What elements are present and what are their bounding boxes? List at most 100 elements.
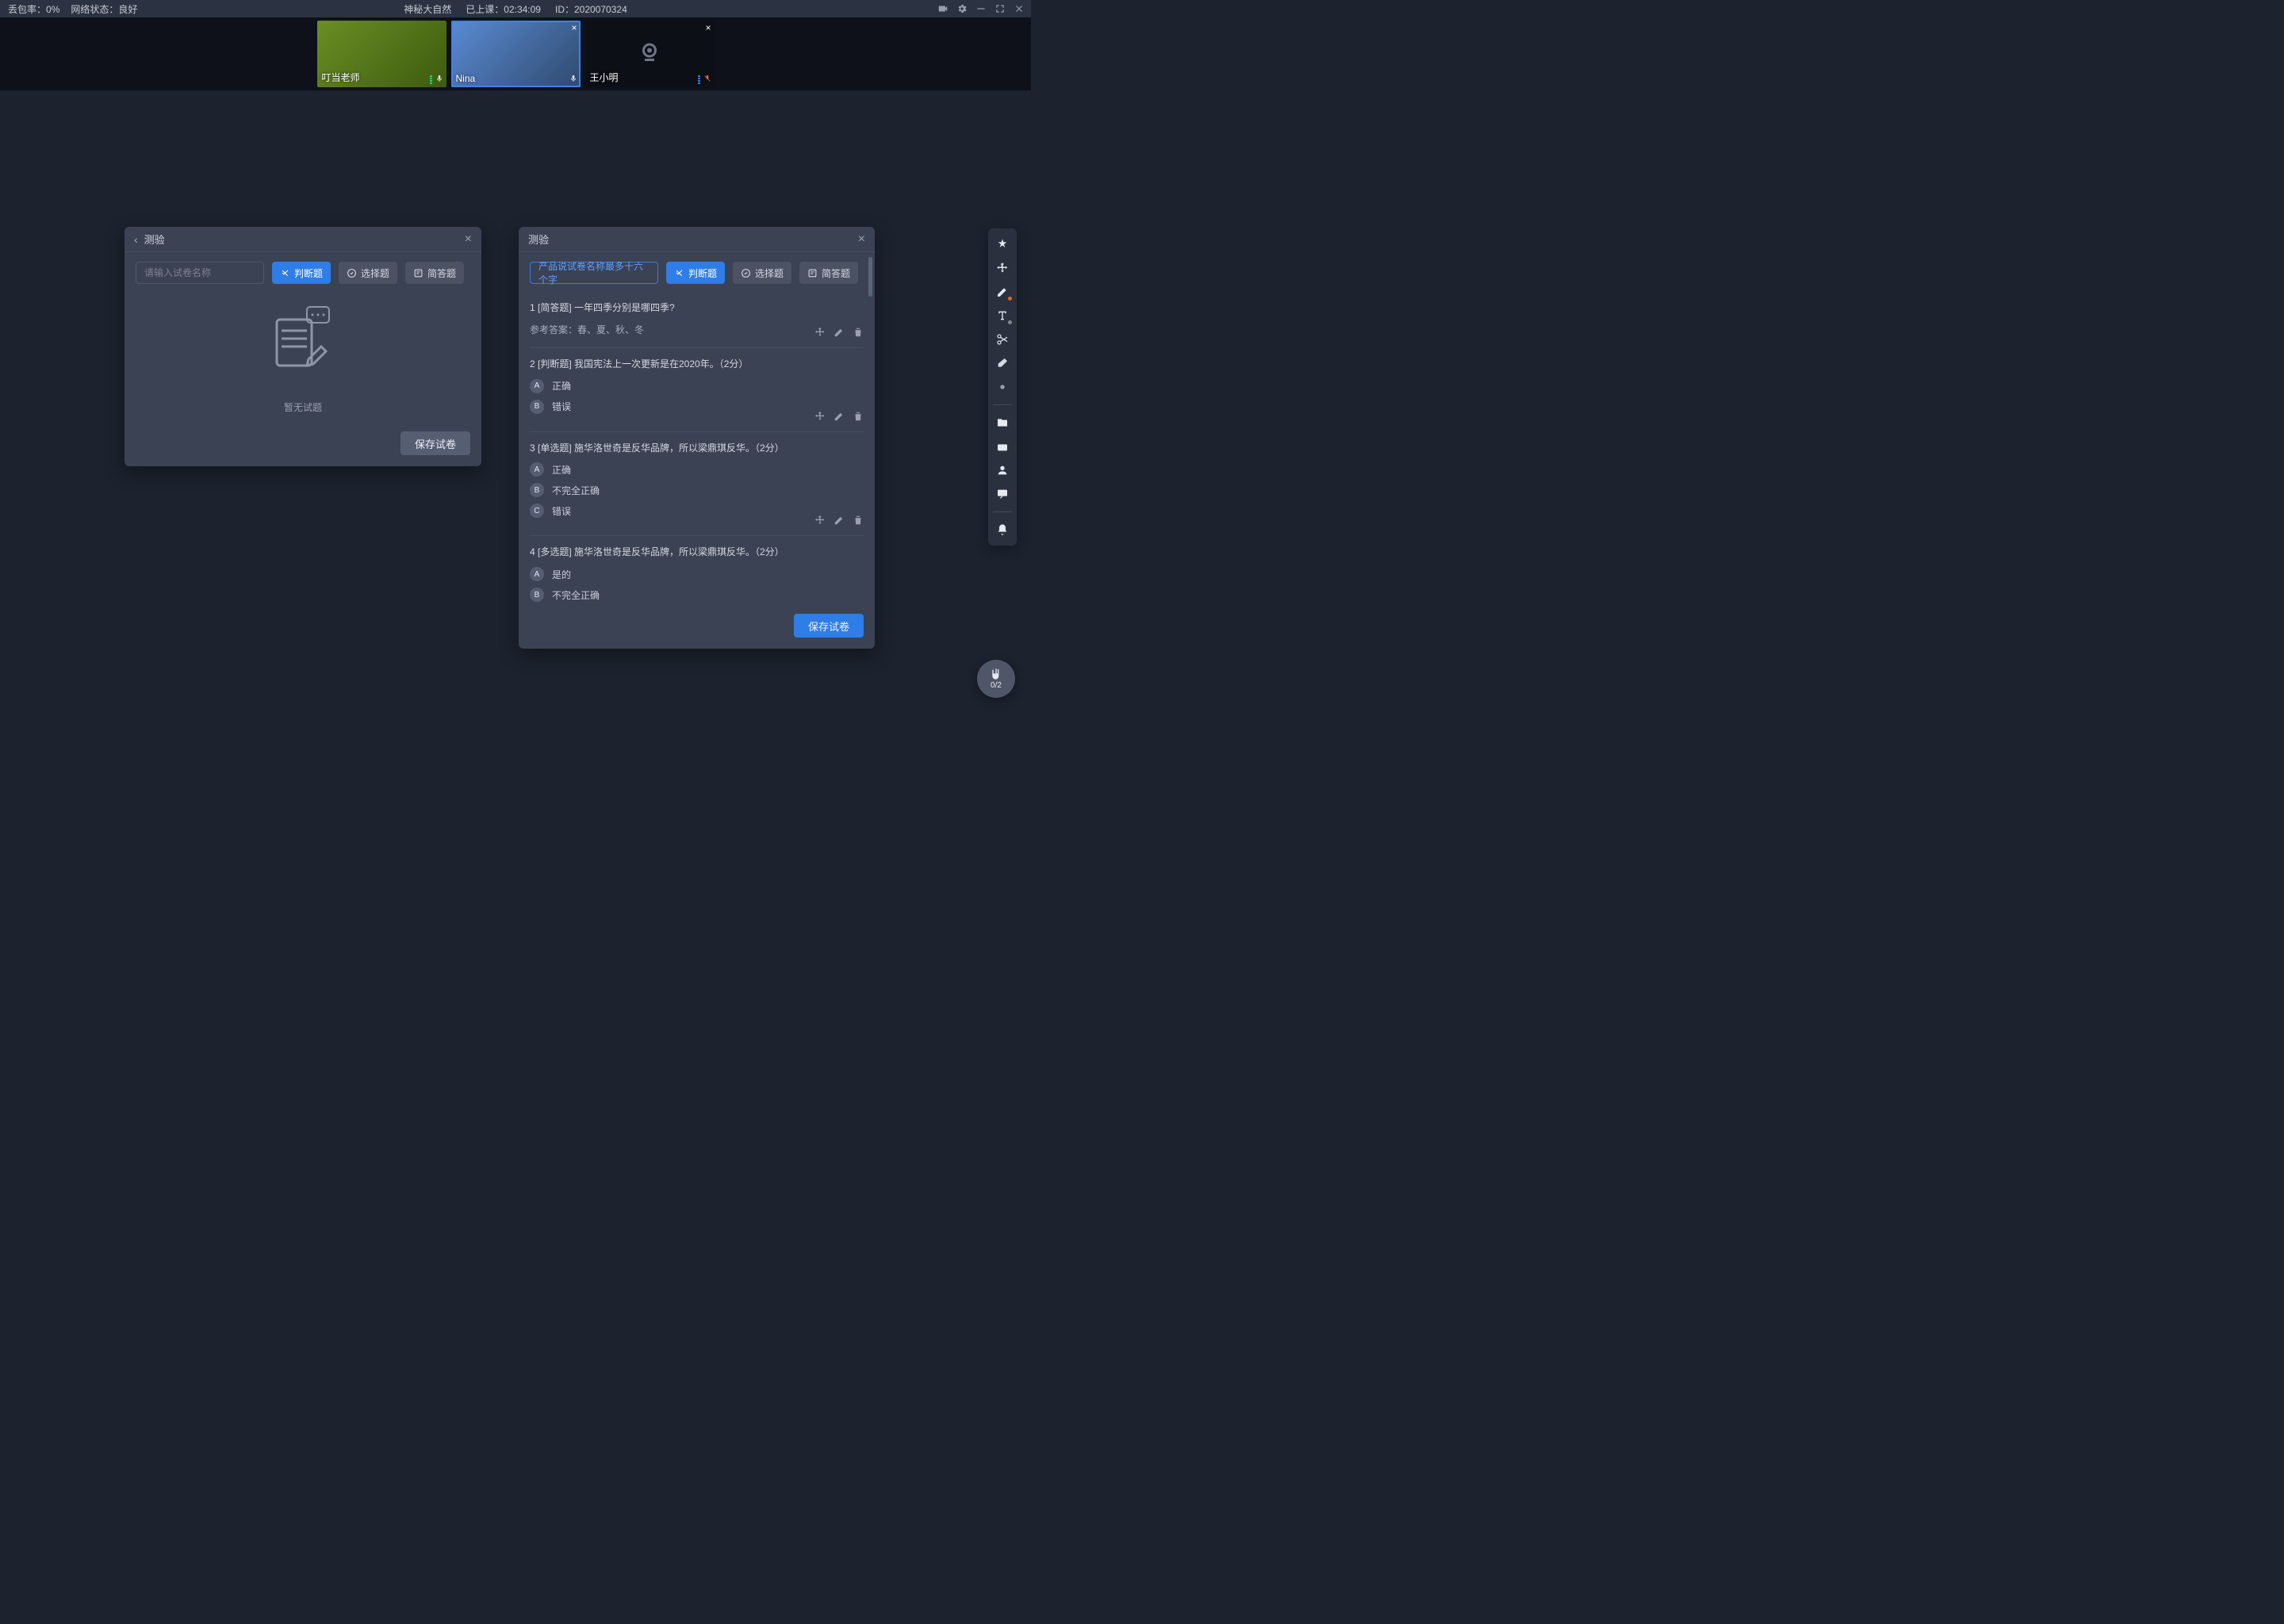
- mic-muted-icon: [703, 73, 711, 84]
- question-list[interactable]: 1 [简答题] 一年四季分别是哪四季?参考答案：春、夏、秋、冬 2 [判断题] …: [519, 292, 875, 606]
- video-tile-student[interactable]: × Nina: [451, 21, 581, 87]
- quiz-panel-empty: ‹ 测验 × 判断题 选择题 简答题: [125, 227, 481, 466]
- paper-name-display[interactable]: 产品说试卷名称最多十六个字: [530, 262, 658, 284]
- camera-toggle-icon[interactable]: [937, 3, 948, 14]
- option-row[interactable]: A是的: [530, 567, 864, 581]
- video-close-icon[interactable]: ×: [705, 22, 711, 33]
- session-id: ID：2020070324: [555, 2, 627, 16]
- user-tool[interactable]: [991, 459, 1014, 481]
- reference-answer: 参考答案：春、夏、秋、冬: [530, 323, 864, 336]
- option-text: 正确: [552, 379, 571, 393]
- move-question-icon[interactable]: [814, 515, 826, 526]
- option-row[interactable]: C 错误: [530, 504, 864, 518]
- chat-tool[interactable]: [991, 483, 1014, 505]
- close-window-icon[interactable]: [1014, 3, 1025, 14]
- video-name: 叮当老师: [322, 71, 360, 84]
- save-paper-button[interactable]: 保存试卷: [400, 431, 470, 455]
- text-tool[interactable]: [991, 304, 1014, 327]
- packet-loss: 丢包率：0%: [8, 2, 59, 16]
- hand-icon: [990, 668, 1002, 680]
- true-false-button[interactable]: 判断题: [272, 262, 331, 284]
- question-actions: [814, 327, 864, 338]
- audio-level-icon: [430, 75, 432, 84]
- short-answer-button[interactable]: 简答题: [405, 262, 464, 284]
- panel-close-icon[interactable]: ×: [465, 232, 472, 247]
- question-actions: [814, 411, 864, 422]
- delete-question-icon[interactable]: [853, 327, 864, 338]
- main-area: ‹ 测验 × 判断题 选择题 简答题: [0, 90, 1031, 733]
- edit-question-icon[interactable]: [834, 411, 845, 422]
- empty-state: 暂无试题: [125, 292, 481, 423]
- edit-question-icon[interactable]: [834, 327, 845, 338]
- option-row[interactable]: B不完全正确: [530, 588, 864, 602]
- question-actions: [814, 515, 864, 526]
- right-toolbar: [988, 228, 1017, 546]
- cursor-tool[interactable]: [991, 233, 1014, 255]
- empty-illus-icon: [267, 302, 339, 389]
- choice-button[interactable]: 选择题: [339, 262, 397, 284]
- video-tile-student[interactable]: × 王小明: [585, 21, 715, 87]
- question-title: 4 [多选题] 施华洛世奇是反华品牌，所以梁鼎琪反华。（2分）: [530, 546, 864, 559]
- option-text: 是的: [552, 568, 571, 581]
- mic-icon: [435, 73, 443, 84]
- hand-raise-button[interactable]: 0/2: [977, 660, 1015, 698]
- true-false-button[interactable]: 判断题: [666, 262, 725, 284]
- mic-icon: [569, 73, 577, 84]
- save-paper-button[interactable]: 保存试卷: [794, 614, 864, 638]
- move-tool[interactable]: [991, 257, 1014, 279]
- settings-icon[interactable]: [956, 3, 968, 14]
- option-text: 不完全正确: [552, 588, 600, 602]
- question-item: 4 [多选题] 施华洛世奇是反华品牌，所以梁鼎琪反华。（2分） A是的 B不完全正确…: [530, 536, 864, 606]
- panel-header: ‹ 测验 ×: [125, 227, 481, 252]
- fullscreen-icon[interactable]: [994, 3, 1006, 14]
- quiz-panel-filled: 测验 × 产品说试卷名称最多十六个字 判断题 选择题 简答题 1 [简答题] 一…: [519, 227, 875, 649]
- paper-name-input[interactable]: [136, 262, 264, 284]
- video-close-icon[interactable]: ×: [571, 22, 577, 33]
- option-text: 错误: [552, 400, 571, 413]
- short-answer-button[interactable]: 简答题: [799, 262, 858, 284]
- elapsed-time: 已上课：02:34:09: [466, 2, 541, 16]
- option-letter: B: [530, 400, 544, 414]
- move-question-icon[interactable]: [814, 327, 826, 338]
- question-item: 2 [判断题] 我国宪法上一次更新是在2020年。（2分）A正确B错误: [530, 348, 864, 432]
- question-title: 1 [简答题] 一年四季分别是哪四季?: [530, 301, 864, 315]
- video-strip: 叮当老师 × Nina × 王小明: [0, 17, 1031, 90]
- scrollbar[interactable]: [868, 257, 872, 614]
- bell-tool[interactable]: [991, 519, 1014, 541]
- toolbox-tool[interactable]: [991, 435, 1014, 458]
- laser-pointer-tool[interactable]: [991, 376, 1014, 398]
- question-title: 3 [单选题] 施华洛世奇是反华品牌，所以梁鼎琪反华。（2分）: [530, 442, 864, 455]
- hand-counter: 0/2: [991, 681, 1002, 690]
- quiz-toolbar: 产品说试卷名称最多十六个字 判断题 选择题 简答题: [519, 252, 875, 292]
- option-letter: C: [530, 504, 544, 518]
- audio-level-icon: [698, 75, 700, 84]
- option-row[interactable]: A正确: [530, 379, 864, 393]
- video-tile-teacher[interactable]: 叮当老师: [317, 21, 446, 87]
- option-row[interactable]: B不完全正确: [530, 483, 864, 497]
- delete-question-icon[interactable]: [853, 411, 864, 422]
- question-item: 3 [单选题] 施华洛世奇是反华品牌，所以梁鼎琪反华。（2分） A正确 B不完全正确…: [530, 432, 864, 537]
- delete-question-icon[interactable]: [853, 515, 864, 526]
- scissors-tool[interactable]: [991, 328, 1014, 350]
- option-text: 错误: [552, 504, 571, 518]
- eraser-tool[interactable]: [991, 352, 1014, 374]
- move-question-icon[interactable]: [814, 411, 826, 422]
- question-item: 1 [简答题] 一年四季分别是哪四季? 参考答案：春、夏、秋、冬: [530, 292, 864, 348]
- panel-close-icon[interactable]: ×: [858, 232, 865, 247]
- back-icon[interactable]: ‹: [134, 233, 138, 246]
- video-name: Nina: [456, 73, 476, 84]
- choice-button[interactable]: 选择题: [733, 262, 791, 284]
- option-text: 正确: [552, 463, 571, 477]
- folder-tool[interactable]: [991, 412, 1014, 434]
- camera-off-icon: [635, 40, 664, 68]
- empty-text: 暂无试题: [284, 400, 322, 414]
- option-row[interactable]: B 错误: [530, 400, 864, 414]
- class-title: 神秘大自然: [404, 2, 451, 16]
- panel-title: 测验: [528, 232, 549, 247]
- pen-tool[interactable]: [991, 281, 1014, 303]
- panel-header: 测验 ×: [519, 227, 875, 252]
- option-text: 不完全正确: [552, 484, 600, 497]
- edit-question-icon[interactable]: [834, 515, 845, 526]
- minimize-icon[interactable]: [975, 3, 987, 14]
- option-row[interactable]: A正确: [530, 462, 864, 477]
